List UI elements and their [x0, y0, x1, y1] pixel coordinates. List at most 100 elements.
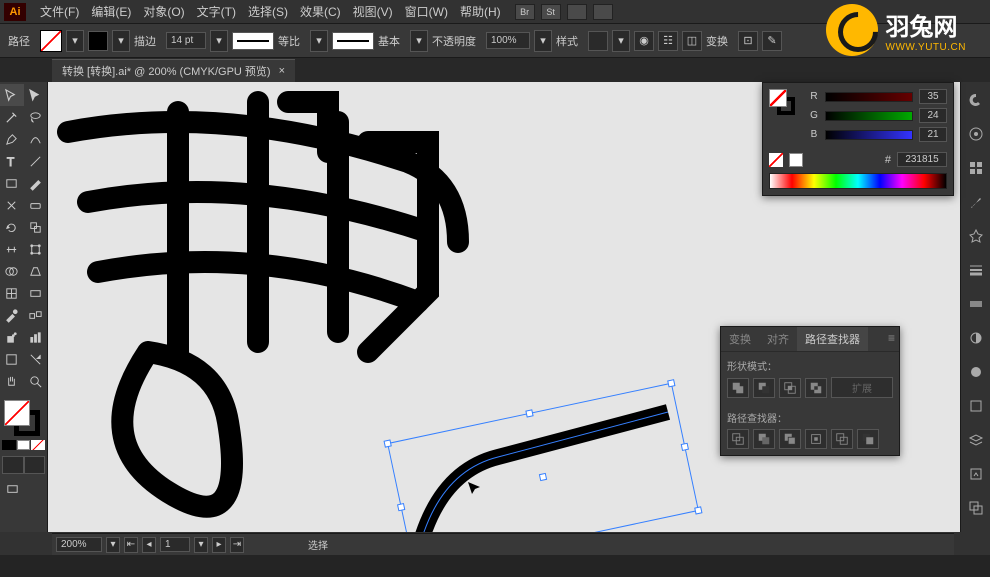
zoom-dropdown[interactable]: ▾	[106, 537, 120, 553]
hand-tool[interactable]	[0, 370, 24, 392]
none-mode[interactable]	[31, 440, 45, 450]
isolate-icon[interactable]: ⊡	[738, 31, 758, 51]
artboards-icon[interactable]	[966, 498, 986, 518]
color-spectrum[interactable]	[769, 173, 947, 189]
g-slider[interactable]	[825, 111, 913, 121]
free-transform-tool[interactable]	[24, 238, 48, 260]
g-value[interactable]	[919, 108, 947, 123]
stroke-swatch[interactable]	[88, 31, 108, 51]
profile-preview[interactable]	[232, 32, 274, 50]
merge-button[interactable]	[779, 429, 801, 449]
menu-help[interactable]: 帮助(H)	[454, 3, 507, 20]
brush-label[interactable]: 基本	[378, 33, 400, 49]
unite-button[interactable]	[727, 378, 749, 398]
edit-icon[interactable]: ✎	[762, 31, 782, 51]
color-panel-icon[interactable]	[966, 90, 986, 110]
gradient-mode[interactable]	[17, 440, 31, 450]
crop-button[interactable]	[805, 429, 827, 449]
style-label[interactable]: 样式	[556, 33, 578, 49]
slice-tool[interactable]	[24, 348, 48, 370]
profile-label[interactable]: 等比	[278, 33, 300, 49]
graph-tool[interactable]	[24, 326, 48, 348]
r-value[interactable]	[919, 89, 947, 104]
scale-tool[interactable]	[24, 216, 48, 238]
artboard-dropdown[interactable]: ▾	[194, 537, 208, 553]
b-slider[interactable]	[825, 130, 913, 140]
opacity-label[interactable]: 不透明度	[432, 33, 476, 49]
rectangle-tool[interactable]	[0, 172, 24, 194]
brushes-icon[interactable]	[966, 192, 986, 212]
none-swatch[interactable]	[769, 153, 783, 167]
fill-indicator[interactable]	[4, 400, 30, 426]
trim-button[interactable]	[753, 429, 775, 449]
curvature-tool[interactable]	[24, 128, 48, 150]
artboard-last[interactable]: ⇥	[230, 537, 244, 553]
expand-button[interactable]: 扩展	[831, 377, 893, 398]
shape-builder-tool[interactable]	[0, 260, 24, 282]
outline-button[interactable]	[831, 429, 853, 449]
draw-normal[interactable]	[2, 456, 24, 474]
stroke-weight-dropdown[interactable]: ▾	[210, 30, 228, 52]
stock-icon[interactable]: St	[541, 4, 561, 20]
minus-back-button[interactable]	[857, 429, 879, 449]
eraser-tool[interactable]	[24, 194, 48, 216]
recolor-icon[interactable]: ◉	[634, 31, 654, 51]
selection-tool[interactable]	[0, 84, 24, 106]
direct-selection-tool[interactable]	[24, 84, 48, 106]
zoom-tool[interactable]	[24, 370, 48, 392]
menu-edit[interactable]: 编辑(E)	[85, 3, 137, 20]
menu-window[interactable]: 窗口(W)	[399, 3, 454, 20]
perspective-tool[interactable]	[24, 260, 48, 282]
menu-file[interactable]: 文件(F)	[34, 3, 85, 20]
divide-button[interactable]	[727, 429, 749, 449]
type-tool[interactable]: T	[0, 150, 24, 172]
align-icon[interactable]: ☷	[658, 31, 678, 51]
profile-dropdown[interactable]: ▾	[310, 30, 328, 52]
appearance-icon[interactable]	[966, 362, 986, 382]
stroke-dropdown[interactable]: ▾	[112, 30, 130, 52]
stroke-label[interactable]: 描边	[134, 33, 156, 49]
zoom-input[interactable]	[56, 537, 102, 552]
align-tab[interactable]: 对齐	[759, 327, 797, 351]
menu-object[interactable]: 对象(O)	[137, 3, 190, 20]
magic-wand-tool[interactable]	[0, 106, 24, 128]
width-tool[interactable]	[0, 238, 24, 260]
fill-swatch[interactable]	[40, 30, 62, 52]
exclude-button[interactable]	[805, 378, 827, 398]
intersect-button[interactable]	[779, 378, 801, 398]
arrange-icon[interactable]	[567, 4, 587, 20]
blend-tool[interactable]	[24, 304, 48, 326]
brush-preview[interactable]	[332, 32, 374, 50]
menu-view[interactable]: 视图(V)	[347, 3, 399, 20]
gradient-tool[interactable]	[24, 282, 48, 304]
mesh-tool[interactable]	[0, 282, 24, 304]
menu-type[interactable]: 文字(T)	[191, 3, 242, 20]
swatches-icon[interactable]	[966, 158, 986, 178]
screen-mode[interactable]	[0, 478, 24, 500]
color-guide-icon[interactable]	[966, 124, 986, 144]
gradient-panel-icon[interactable]	[966, 294, 986, 314]
paintbrush-tool[interactable]	[24, 172, 48, 194]
minus-front-button[interactable]	[753, 378, 775, 398]
transform-label[interactable]: 变换	[706, 33, 728, 49]
artboard-tool[interactable]	[0, 348, 24, 370]
selected-object[interactable]	[398, 402, 698, 532]
white-swatch[interactable]	[789, 153, 803, 167]
shape-icon[interactable]: ◫	[682, 31, 702, 51]
gpu-icon[interactable]	[593, 4, 613, 20]
brush-dropdown[interactable]: ▾	[410, 30, 428, 52]
menu-select[interactable]: 选择(S)	[242, 3, 294, 20]
stroke-panel-icon[interactable]	[966, 260, 986, 280]
rotate-tool[interactable]	[0, 216, 24, 238]
b-value[interactable]	[919, 127, 947, 142]
artboard-number[interactable]	[160, 537, 190, 552]
menu-effect[interactable]: 效果(C)	[294, 3, 347, 20]
line-tool[interactable]	[24, 150, 48, 172]
color-mode[interactable]	[2, 440, 16, 450]
style-swatch[interactable]	[588, 31, 608, 51]
symbols-icon[interactable]	[966, 226, 986, 246]
color-panel-fill-stroke[interactable]	[769, 89, 797, 117]
bridge-icon[interactable]: Br	[515, 4, 535, 20]
opacity-dropdown[interactable]: ▾	[534, 30, 552, 52]
document-tab[interactable]: 转换 [转换].ai* @ 200% (CMYK/GPU 预览) ×	[52, 59, 295, 82]
